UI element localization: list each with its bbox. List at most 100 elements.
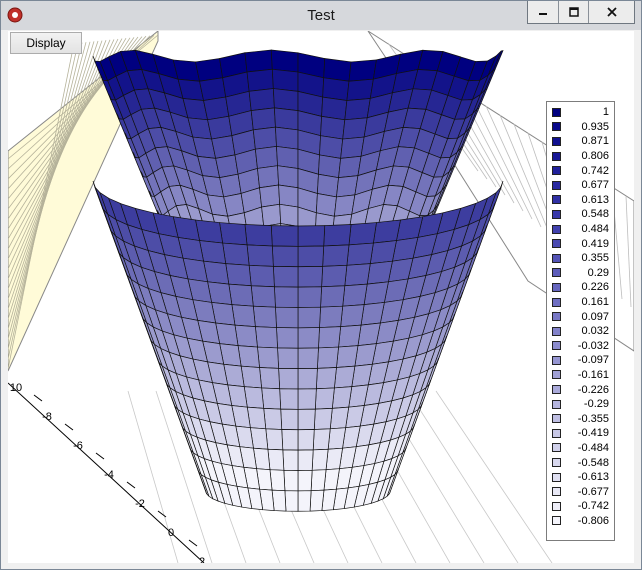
surface-quad — [203, 96, 230, 121]
surface-quad — [297, 449, 314, 471]
surface-quad — [274, 107, 299, 131]
legend-value: -0.548 — [577, 456, 609, 469]
color-legend: 1 0.935 0.871 0.806 0.742 0.677 0.613 0.548 0.48… — [546, 101, 615, 541]
legend-swatch — [552, 399, 561, 409]
surface-quad — [254, 326, 278, 349]
legend-value: 0.677 — [581, 179, 609, 192]
legend-swatch — [552, 326, 561, 336]
legend-swatch — [552, 370, 561, 380]
legend-value: 0.032 — [581, 325, 609, 338]
legend-value: 0.484 — [581, 223, 609, 236]
surface-quad — [259, 184, 281, 208]
surface-quad — [310, 469, 327, 492]
surface-quad — [278, 184, 299, 208]
close-button[interactable] — [588, 1, 634, 23]
x-axis-tick-label: -8 — [42, 411, 52, 423]
legend-item: 0.419 — [547, 236, 614, 251]
surface-quad — [317, 346, 339, 369]
legend-swatch — [552, 487, 561, 497]
surface-quad — [272, 266, 299, 288]
legend-value: -0.484 — [577, 441, 609, 454]
x-axis-tick — [157, 510, 167, 518]
surface-quad — [225, 263, 252, 287]
maximize-button[interactable] — [558, 1, 588, 23]
surface-quad — [369, 240, 397, 264]
x-axis-tick-label: -6 — [73, 440, 83, 452]
surface-quad — [329, 406, 350, 430]
floor-gridline — [435, 390, 553, 563]
surface-quad — [321, 96, 348, 121]
surface-quad — [219, 173, 242, 198]
surface-quad — [322, 244, 350, 267]
surface-quad — [336, 345, 359, 368]
legend-swatch — [552, 516, 561, 526]
legend-swatch — [552, 428, 561, 438]
surface-quad — [346, 78, 374, 101]
legend-value: -0.613 — [577, 471, 609, 484]
legend-swatch — [552, 180, 561, 190]
x-axis-tick — [126, 481, 136, 489]
legend-value: 0.161 — [581, 296, 609, 309]
legend-swatch — [552, 355, 561, 365]
legend-item: 0.677 — [547, 178, 614, 193]
legend-value: -0.161 — [577, 368, 609, 381]
surface-quad — [366, 260, 393, 285]
legend-item: -0.806 — [547, 514, 614, 529]
surface-quad — [267, 448, 285, 471]
legend-swatch — [552, 224, 561, 234]
surface-quad — [319, 305, 344, 328]
x-axis-tick-label: 0 — [168, 527, 174, 539]
surface-quad — [297, 408, 316, 431]
surface-quad — [271, 68, 299, 92]
legend-swatch — [552, 501, 561, 511]
surface-quad — [199, 77, 227, 101]
legend-swatch — [552, 136, 561, 146]
surface-quad — [219, 222, 248, 246]
minimize-button[interactable] — [528, 1, 558, 23]
surface-quad — [246, 244, 274, 267]
legend-item: -0.355 — [547, 411, 614, 426]
legend-swatch — [552, 239, 561, 249]
surface-quad — [297, 245, 325, 268]
surface-plot[interactable]: 10 -8 -6 -4 -2 0 2 — [8, 31, 634, 563]
surface-quad — [278, 367, 299, 390]
surface-quad — [246, 68, 274, 92]
legend-value: -0.677 — [577, 485, 609, 498]
surface-quad — [318, 154, 342, 179]
display-button[interactable]: Display — [10, 32, 82, 54]
surface-quad — [323, 224, 352, 247]
legend-swatch — [552, 282, 561, 292]
surface-quad — [297, 367, 318, 390]
legend-item: -0.097 — [547, 353, 614, 368]
legend-item: 0.29 — [547, 266, 614, 281]
surface-quad — [340, 304, 365, 328]
legend-swatch — [552, 341, 561, 351]
surface-quad — [270, 49, 299, 73]
legend-item: -0.226 — [547, 382, 614, 397]
surface-quad — [277, 165, 299, 189]
app-window: Test 10 -8 -6 -4 -2 0 2 Display 1 0.935 0.871 0.8… — [0, 0, 642, 570]
surface-quad — [269, 469, 286, 492]
legend-swatch — [552, 297, 561, 307]
legend-item: 0.548 — [547, 207, 614, 222]
surface-quad — [207, 115, 233, 140]
title-bar[interactable]: Test — [1, 1, 641, 30]
surface-quad — [248, 264, 275, 288]
surface-quad — [342, 117, 368, 140]
surface-quad — [320, 115, 346, 140]
surface-quad — [346, 242, 374, 266]
legend-value: 0.419 — [581, 237, 609, 250]
surface-quad — [257, 165, 279, 189]
surface-quad — [297, 469, 313, 492]
surface-quad — [297, 286, 322, 308]
surface-quad — [317, 173, 339, 198]
legend-item: -0.677 — [547, 484, 614, 499]
floor-gridline — [407, 390, 519, 563]
surface-quad — [297, 327, 320, 349]
legend-item: -0.419 — [547, 426, 614, 441]
surface-quad — [244, 224, 273, 247]
x-axis-tick-label: -4 — [104, 469, 114, 481]
surface-mesh — [92, 49, 504, 512]
legend-swatch — [552, 458, 561, 468]
legend-value: 0.548 — [581, 208, 609, 221]
